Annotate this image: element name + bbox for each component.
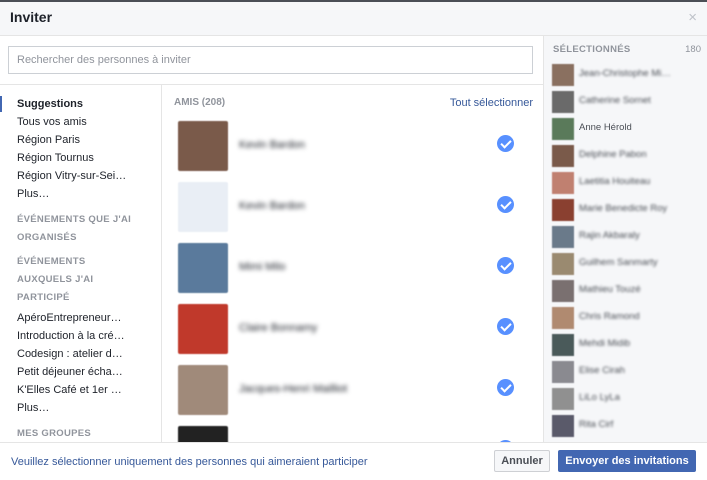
avatar: [552, 361, 574, 383]
avatar: [178, 182, 228, 232]
dialog-footer: Veuillez sélectionner uniquement des per…: [0, 442, 707, 480]
nav-item-event[interactable]: Petit déjeuner écha…: [0, 363, 145, 381]
avatar: [552, 253, 574, 275]
avatar: [178, 365, 228, 415]
selected-person[interactable]: Mehdi Midib: [552, 334, 702, 356]
friend-row[interactable]: Claire Bonnamy: [163, 304, 543, 364]
selected-person-name: Anne Hérold: [579, 122, 632, 133]
avatar: [552, 64, 574, 86]
checkmark-icon[interactable]: [497, 196, 514, 213]
section-organised-events: ÉVÉNEMENTS QUE J'AI ORGANISÉS: [17, 214, 132, 243]
selected-person[interactable]: Rajin Akbaraly: [552, 226, 702, 248]
avatar: [178, 304, 228, 354]
selected-panel: SÉLECTIONNÉS 180 Jean-Christophe Mi… Cath…: [543, 36, 707, 442]
selected-person[interactable]: Guilhem Sanmarty: [552, 253, 702, 275]
friend-name: Jacques-Henri Mailliot: [239, 383, 348, 395]
checkmark-icon[interactable]: [497, 257, 514, 274]
selected-person[interactable]: Chris Ramond: [552, 307, 702, 329]
selected-person-name: LiLo LyLa: [579, 392, 620, 403]
selected-person-name: Guilhem Sanmarty: [579, 257, 658, 268]
selected-person[interactable]: LiLo LyLa: [552, 388, 702, 410]
selected-count: 180: [685, 44, 701, 55]
selected-person[interactable]: Laetitia Houiteau: [552, 172, 702, 194]
avatar: [552, 199, 574, 221]
nav-item-event[interactable]: Introduction à la cré…: [0, 327, 145, 345]
select-all-link[interactable]: Tout sélectionner: [450, 97, 533, 109]
search-box: [8, 46, 533, 74]
selected-person-name: Chris Ramond: [579, 311, 640, 322]
friends-list: AMIS (208) Tout sélectionner Kevin Bardo…: [163, 85, 543, 442]
friend-row[interactable]: Kevin Bardon: [163, 121, 543, 181]
selected-person[interactable]: Delphine Pabon: [552, 145, 702, 167]
avatar: [552, 280, 574, 302]
invite-panel: Suggestions Tous vos amis Région Paris R…: [0, 36, 543, 442]
nav-item-event[interactable]: Codesign : atelier d…: [0, 345, 145, 363]
selected-person-name: Rajin Akbaraly: [579, 230, 640, 241]
selected-person[interactable]: Mathieu Touzé: [552, 280, 702, 302]
friend-name: Mimi Milo: [239, 261, 286, 273]
avatar: [178, 426, 228, 442]
selected-person[interactable]: Rita Cirf: [552, 415, 702, 437]
selected-person-name: Rita Cirf: [579, 419, 614, 430]
selected-person-name: Catherine Sornet: [579, 95, 651, 106]
selected-person-name: Jean-Christophe Mi…: [579, 68, 671, 79]
friend-row[interactable]: Jacques-Henri Mailliot: [163, 365, 543, 425]
selected-person-name: Marie Benedicte Roy: [579, 203, 668, 214]
selected-person[interactable]: Jean-Christophe Mi…: [552, 64, 702, 86]
nav-item-more[interactable]: Plus…: [0, 185, 145, 203]
selected-person-name: Mathieu Touzé: [579, 284, 641, 295]
friend-row[interactable]: [163, 426, 543, 442]
cancel-button[interactable]: Annuler: [494, 450, 550, 472]
nav-item-region-vitry[interactable]: Région Vitry-sur-Sei…: [0, 167, 145, 185]
avatar: [552, 145, 574, 167]
avatar: [552, 415, 574, 437]
friends-count-header: AMIS (208): [174, 97, 226, 108]
checkmark-icon[interactable]: [497, 379, 514, 396]
nav-item-events-more[interactable]: Plus…: [0, 399, 145, 417]
footer-note: Veuillez sélectionner uniquement des per…: [11, 456, 368, 468]
filter-nav: Suggestions Tous vos amis Région Paris R…: [0, 85, 162, 442]
nav-item-suggestions[interactable]: Suggestions: [0, 95, 145, 113]
avatar: [552, 172, 574, 194]
avatar: [178, 243, 228, 293]
nav-item-region-tournus[interactable]: Région Tournus: [0, 149, 145, 167]
friend-row[interactable]: Mimi Milo: [163, 243, 543, 303]
avatar: [552, 307, 574, 329]
selected-person[interactable]: Elise Cirah: [552, 361, 702, 383]
selected-person[interactable]: Catherine Sornet: [552, 91, 702, 113]
avatar: [552, 388, 574, 410]
dialog-header: Inviter ×: [0, 2, 707, 36]
friend-row[interactable]: Kevin Bardon: [163, 182, 543, 242]
nav-item-region-paris[interactable]: Région Paris: [0, 131, 145, 149]
checkmark-icon[interactable]: [497, 318, 514, 335]
section-my-groups: MES GROUPES: [17, 428, 92, 439]
close-icon[interactable]: ×: [688, 9, 697, 26]
avatar: [178, 121, 228, 171]
friend-name: Kevin Bardon: [239, 200, 306, 212]
avatar: [552, 91, 574, 113]
avatar: [552, 334, 574, 356]
nav-item-all-friends[interactable]: Tous vos amis: [0, 113, 145, 131]
nav-item-event[interactable]: ApéroEntrepreneur…: [0, 309, 145, 327]
send-invitations-button[interactable]: Envoyer des invitations: [558, 450, 696, 472]
avatar: [552, 118, 574, 140]
selected-person-name: Mehdi Midib: [579, 338, 631, 349]
selected-person[interactable]: Anne Hérold: [552, 118, 702, 140]
friend-name: Claire Bonnamy: [239, 322, 318, 334]
selected-person-name: Delphine Pabon: [579, 149, 647, 160]
section-participated-events: ÉVÉNEMENTS AUXQUELS J'AI PARTICIPÉ: [17, 256, 94, 303]
search-input[interactable]: [9, 47, 532, 73]
nav-item-event[interactable]: K'Elles Café et 1er …: [0, 381, 145, 399]
selected-person-name: Laetitia Houiteau: [579, 176, 651, 187]
avatar: [552, 226, 574, 248]
dialog-title: Inviter: [10, 9, 53, 25]
selected-header: SÉLECTIONNÉS: [553, 44, 631, 55]
friend-name: Kevin Bardon: [239, 139, 306, 151]
checkmark-icon[interactable]: [497, 135, 514, 152]
selected-person[interactable]: Marie Benedicte Roy: [552, 199, 702, 221]
selected-person-name: Elise Cirah: [579, 365, 625, 376]
